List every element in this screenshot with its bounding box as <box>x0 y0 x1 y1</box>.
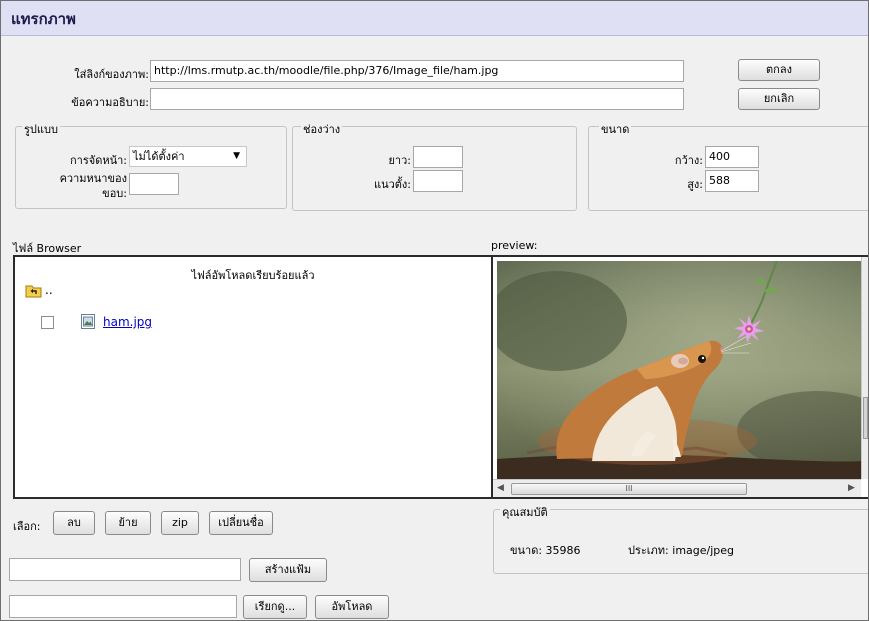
file-link-ham[interactable]: ham.jpg <box>103 315 152 329</box>
scroll-left-arrow-icon[interactable]: ◀ <box>497 483 504 493</box>
alt-text-label: ข้อความอธิบาย: <box>71 96 149 109</box>
image-url-label: ใส่ลิงก์ของภาพ: <box>74 68 149 81</box>
upload-button[interactable]: อัพโหลด <box>315 595 389 619</box>
rename-button[interactable]: เปลี่ยนชื่อ <box>209 511 273 535</box>
size-legend: ขนาด <box>599 120 632 138</box>
move-button[interactable]: ย้าย <box>105 511 151 535</box>
horizontal-spacing-input[interactable] <box>413 146 463 168</box>
vertical-spacing-input[interactable] <box>413 170 463 192</box>
image-url-input[interactable]: http://lms.rmutp.ac.th/moodle/file.php/3… <box>150 60 684 82</box>
horizontal-scroll-thumb[interactable]: III <box>511 483 747 495</box>
new-folder-name-input[interactable] <box>9 558 241 581</box>
horizontal-spacing-label: ยาว: <box>388 154 411 167</box>
chevron-down-icon: ▼ <box>233 151 240 161</box>
scroll-grip: III <box>625 484 633 493</box>
dialog-titlebar: แทรกภาพ <box>1 1 868 36</box>
delete-button[interactable]: ลบ <box>53 511 95 535</box>
preview-horizontal-scrollbar[interactable]: ◀ III ▶ <box>493 479 861 497</box>
scroll-right-arrow-icon[interactable]: ▶ <box>848 483 855 493</box>
vertical-scroll-thumb[interactable] <box>863 397 868 439</box>
zip-button[interactable]: zip <box>161 511 199 535</box>
border-input[interactable] <box>129 173 179 195</box>
file-browser-panel: ไฟล์อัพโหลดเรียบร้อยแล้ว .. ham.jpg <box>13 255 493 499</box>
preview-image <box>497 261 861 479</box>
upload-status-text: ไฟล์อัพโหลดเรียบร้อยแล้ว <box>191 269 315 282</box>
alt-text-input[interactable] <box>150 88 684 110</box>
width-input[interactable]: 400 <box>705 146 759 168</box>
file-checkbox[interactable] <box>41 316 54 329</box>
folder-up-icon <box>25 285 42 298</box>
file-size-text: ขนาด: 35986 <box>510 544 581 557</box>
vertical-spacing-label: แนวตั้ง: <box>373 178 411 191</box>
file-type-text: ประเภท: image/jpeg <box>628 544 735 557</box>
spacing-legend: ช่องว่าง <box>301 120 343 138</box>
ok-button[interactable]: ตกลง <box>738 59 820 81</box>
alignment-label: การจัดหน้า: <box>70 154 127 167</box>
preview-vertical-scrollbar[interactable] <box>861 257 868 479</box>
upload-file-path-input[interactable] <box>9 595 237 618</box>
preview-panel: ◀ III ▶ <box>491 255 868 499</box>
properties-legend: คุณสมบัติ <box>500 503 550 521</box>
alignment-value: ไม่ได้ตั้งค่า <box>133 150 185 163</box>
dialog-title: แทรกภาพ <box>11 10 76 28</box>
border-label-line2: ขอบ: <box>102 187 127 200</box>
cancel-button[interactable]: ยกเลิก <box>738 88 820 110</box>
parent-folder-label: .. <box>45 283 53 297</box>
select-label: เลือก: <box>13 520 41 533</box>
browse-button[interactable]: เรียกดู... <box>243 595 307 619</box>
image-file-icon <box>81 314 95 329</box>
preview-label: preview: <box>491 239 538 252</box>
insert-image-dialog: แทรกภาพ ใส่ลิงก์ของภาพ: http://lms.rmutp… <box>0 0 869 621</box>
alignment-select[interactable]: ไม่ได้ตั้งค่า ▼ <box>129 146 247 167</box>
height-input[interactable]: 588 <box>705 170 759 192</box>
height-label: สูง: <box>687 178 703 191</box>
layout-legend: รูปแบบ <box>22 120 60 138</box>
create-folder-button[interactable]: สร้างแฟ้ม <box>249 558 327 582</box>
width-label: กว้าง: <box>674 154 703 167</box>
